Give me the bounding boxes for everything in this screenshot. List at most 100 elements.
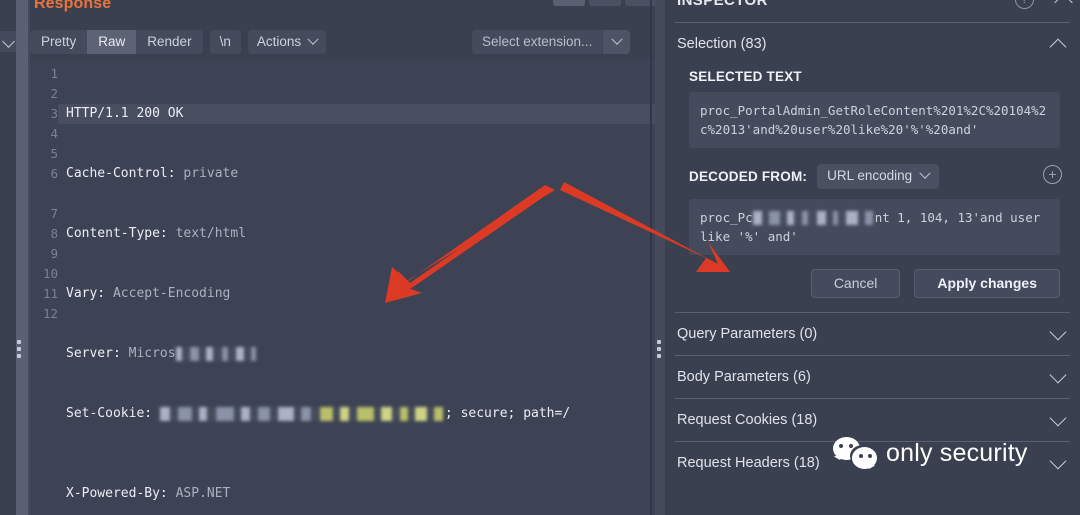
header-name: Server: [66, 346, 121, 361]
add-decoding-icon[interactable]: + [1043, 165, 1062, 184]
decoded-text-value[interactable]: proc_Pc nt 1, 104, 13'and user like '%' a… [689, 199, 1060, 255]
header-value: ASP.NET [167, 486, 231, 501]
inspector-header: INSPECTOR ? [665, 0, 1080, 22]
header-value: Accept-Encoding [105, 286, 231, 301]
wechat-icon [833, 437, 877, 469]
decoding-select[interactable]: URL encoding [817, 164, 940, 189]
decoding-select-value: URL encoding [827, 168, 913, 183]
line-number-wrap-spacer [30, 184, 58, 204]
chevron-down-icon [2, 35, 15, 48]
tab-render[interactable]: Render [136, 30, 202, 54]
line-number: 3 [50, 106, 58, 121]
apply-changes-button[interactable]: Apply changes [914, 269, 1060, 298]
actions-button[interactable]: Actions [247, 30, 327, 54]
redacted-server-value [175, 347, 258, 361]
chevron-down-icon [919, 167, 931, 179]
header-name: Set-Cookie: [66, 406, 153, 421]
header-name: Vary: [66, 286, 106, 301]
actions-label: Actions [256, 34, 302, 49]
line-number: 9 [50, 246, 58, 261]
view-mode-tabs[interactable]: Pretty Raw Render [30, 30, 203, 54]
line-number: 12 [42, 306, 58, 321]
line-number-gutter: 1 2 3 4 5 6 7 8 9 10 11 12 [30, 59, 58, 515]
pane-splitter[interactable] [655, 0, 665, 515]
clipped-toolbar-buttons[interactable] [553, 0, 657, 6]
help-icon[interactable]: ? [1015, 0, 1034, 9]
chevron-down-icon[interactable] [1049, 366, 1067, 384]
section-request-cookies[interactable]: Request Cookies (18) [665, 399, 1080, 441]
selected-text-label: SELECTED TEXT [689, 69, 802, 84]
response-editor[interactable]: 1 2 3 4 5 6 7 8 9 10 11 12 HTTP/1.1 200 … [30, 59, 655, 515]
response-line-2: Cache-Control: private [66, 164, 655, 184]
inspector-title: INSPECTOR [677, 0, 768, 9]
watermark-text: only security [886, 438, 1028, 467]
section-body-parameters[interactable]: Body Parameters (6) [665, 356, 1080, 398]
response-pane: Response Pretty Raw Render \n Actions Se… [0, 0, 657, 515]
header-value: private [175, 166, 239, 181]
inspector-action-buttons: Cancel Apply changes [665, 255, 1080, 312]
pane-divider-line [650, 0, 652, 515]
select-extension-dropdown[interactable]: Select extension... [472, 30, 631, 54]
section-request-cookies-label: Request Cookies (18) [677, 412, 818, 428]
line-number: 10 [42, 266, 58, 281]
header-name: Content-Type: [66, 226, 168, 241]
line-number: 8 [50, 226, 58, 241]
response-line-4: Vary: Accept-Encoding [66, 284, 655, 304]
burp-suite-window: Response Pretty Raw Render \n Actions Se… [0, 0, 1080, 515]
pane-splitter-drag-handle[interactable] [657, 340, 663, 358]
chevron-down-icon[interactable] [1049, 409, 1067, 427]
select-extension-label: Select extension... [482, 34, 593, 49]
line-number: 7 [50, 206, 58, 221]
header-value-suffix: ; secure; path=/ [444, 406, 571, 421]
page-title: Response [34, 0, 112, 12]
tab-pretty[interactable]: Pretty [30, 30, 87, 54]
editor-left-divider [28, 0, 30, 515]
response-toolbar: Pretty Raw Render \n Actions [30, 30, 327, 54]
section-request-headers-label: Request Headers (18) [677, 455, 820, 471]
response-line-6: Set-Cookie: ; secure; path=/ [66, 404, 655, 444]
select-extension-arrow[interactable] [602, 30, 631, 54]
line-number: 6 [50, 166, 58, 181]
header-name: Cache-Control: [66, 166, 176, 181]
status-line: HTTP/1.1 200 OK [66, 106, 184, 121]
section-query-parameters-label: Query Parameters (0) [677, 326, 818, 342]
line-number: 2 [50, 86, 58, 101]
section-selection-label: Selection (83) [677, 36, 767, 52]
response-line-1: HTTP/1.1 200 OK [58, 104, 655, 124]
section-query-parameters[interactable]: Query Parameters (0) [665, 313, 1080, 355]
clipped-button-2[interactable] [589, 0, 621, 6]
redacted-decoded-segment [752, 211, 875, 225]
line-number: 11 [42, 286, 58, 301]
header-value: Micros [120, 346, 176, 361]
response-line-7: X-Powered-By: ASP.NET [66, 484, 655, 504]
response-line-3: Content-Type: text/html [66, 224, 655, 244]
tab-raw[interactable]: Raw [87, 30, 137, 54]
line-number: 5 [50, 146, 58, 161]
chevron-down-icon[interactable] [1049, 323, 1067, 341]
editor-left-scroll-strip[interactable] [16, 0, 28, 515]
decoded-from-row: DECODED FROM: URL encoding + [665, 148, 1080, 199]
newline-toggle-button[interactable]: \n [209, 30, 241, 54]
selected-text-value[interactable]: proc_PortalAdmin_GetRoleContent%201%2C%2… [689, 92, 1060, 148]
decoded-from-label: DECODED FROM: [689, 169, 808, 184]
response-body-text[interactable]: HTTP/1.1 200 OK Cache-Control: private C… [58, 59, 655, 515]
cancel-button[interactable]: Cancel [810, 269, 901, 298]
left-panel-drag-handle[interactable] [17, 340, 23, 358]
clipped-button-1[interactable] [553, 0, 585, 6]
chevron-down-icon [307, 33, 319, 45]
redacted-cookie-value [159, 407, 445, 421]
chevron-down-icon[interactable] [1049, 452, 1067, 470]
chevron-up-icon[interactable] [1054, 0, 1073, 12]
response-line-5: Server: Micros [66, 344, 655, 364]
decoded-text-prefix: proc_Pc [700, 210, 753, 225]
header-value: text/html [167, 226, 247, 241]
section-body-parameters-label: Body Parameters (6) [677, 369, 811, 385]
header-name: X-Powered-By: [66, 486, 168, 501]
clipped-button-3[interactable] [625, 0, 657, 6]
line-number: 4 [50, 126, 58, 141]
chevron-up-icon[interactable] [1049, 38, 1067, 56]
chevron-down-icon [611, 33, 623, 45]
line-number: 1 [50, 66, 58, 81]
section-selection[interactable]: Selection (83) [665, 23, 1080, 65]
wechat-watermark: only security [833, 437, 1028, 469]
